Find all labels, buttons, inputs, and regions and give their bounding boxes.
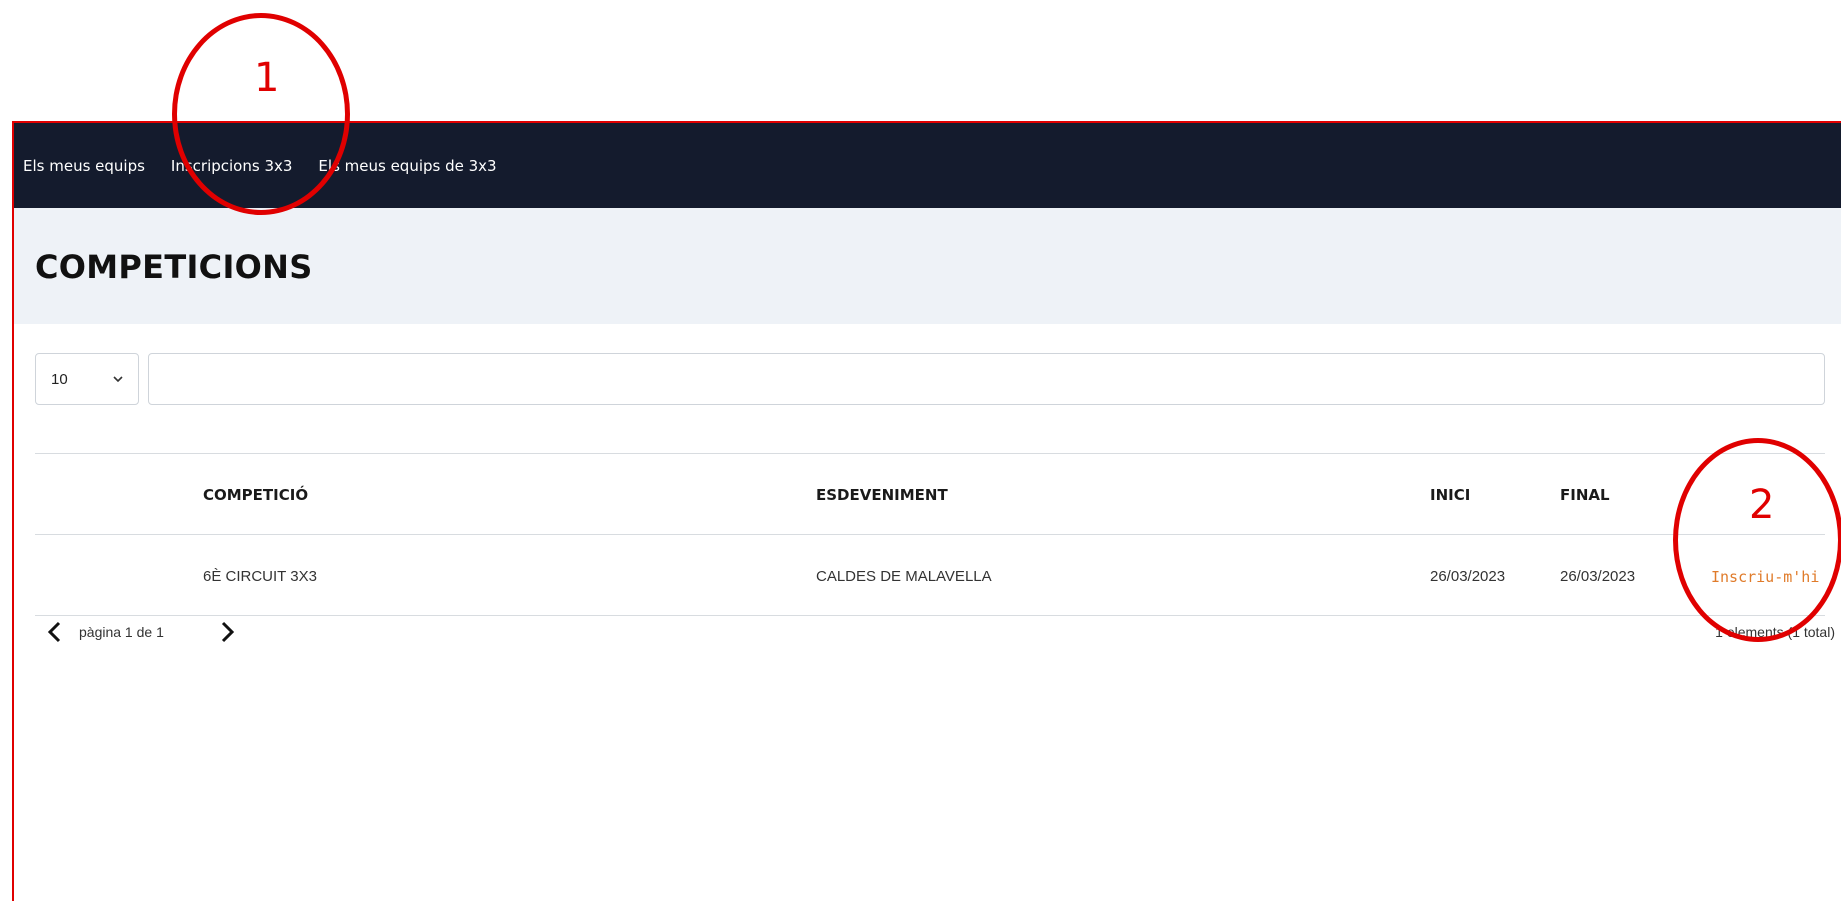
cell-action: Inscriu-m'hi (1711, 568, 1819, 586)
page-title: COMPETICIONS (35, 248, 313, 286)
table-controls: 10 (35, 353, 1825, 407)
page-size-select[interactable]: 10 (35, 353, 139, 405)
cell-start-date: 26/03/2023 (1430, 568, 1506, 585)
chevron-right-icon[interactable] (217, 620, 237, 644)
cell-competition: 6È CIRCUIT 3X3 (203, 568, 317, 585)
page-size-value: 10 (51, 370, 68, 388)
records-count: 1 elements (1 total) (1715, 624, 1835, 640)
top-navigation: Els meus equips Inscripcions 3x3 Els meu… (14, 123, 1841, 208)
column-header-event[interactable]: ESDEVENIMENT (816, 486, 948, 504)
column-header-end[interactable]: FINAL (1560, 486, 1610, 504)
pagination: pàgina 1 de 1 1 elements (1 total) (35, 618, 1835, 648)
page-header: COMPETICIONS (14, 208, 1841, 324)
annotation-label-1: 1 (254, 55, 280, 101)
table-row: 6È CIRCUIT 3X3 CALDES DE MALAVELLA 26/03… (35, 535, 1825, 616)
cell-end-date: 26/03/2023 (1560, 568, 1636, 585)
table-header: COMPETICIÓ ESDEVENIMENT INICI FINAL (35, 453, 1825, 535)
search-input[interactable] (148, 353, 1825, 405)
chevron-left-icon[interactable] (45, 620, 65, 644)
nav-item-my-teams[interactable]: Els meus equips (23, 157, 145, 175)
cell-event: CALDES DE MALAVELLA (816, 568, 992, 585)
nav-item-my-3x3-teams[interactable]: Els meus equips de 3x3 (318, 157, 496, 175)
chevron-down-icon (113, 376, 123, 383)
page-indicator: pàgina 1 de 1 (79, 624, 164, 640)
column-header-start[interactable]: INICI (1430, 486, 1470, 504)
nav-item-3x3-registrations[interactable]: Inscripcions 3x3 (171, 157, 293, 175)
app-frame: Els meus equips Inscripcions 3x3 Els meu… (12, 121, 1841, 901)
column-header-competition[interactable]: COMPETICIÓ (203, 486, 308, 504)
enroll-link[interactable]: Inscriu-m'hi (1711, 568, 1819, 586)
competitions-table: COMPETICIÓ ESDEVENIMENT INICI FINAL 6È C… (35, 453, 1825, 616)
